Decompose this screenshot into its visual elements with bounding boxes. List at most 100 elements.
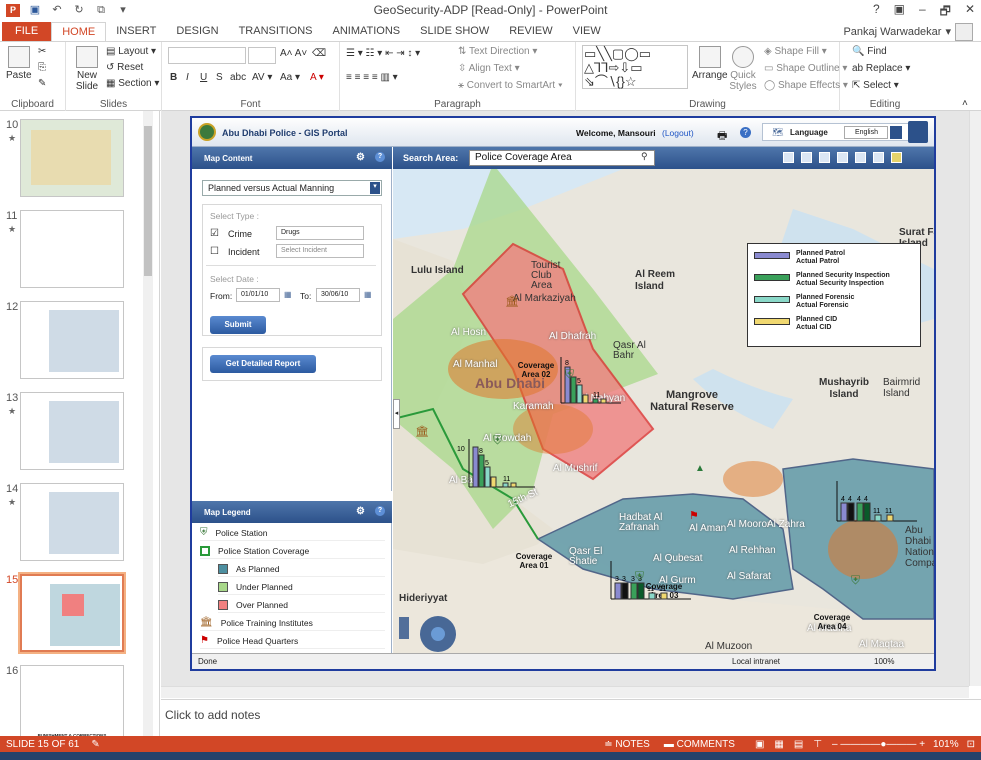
collapse-panel-button[interactable]: ◂ <box>393 399 400 429</box>
tab-home[interactable]: HOME <box>51 22 107 41</box>
tab-slide-show[interactable]: SLIDE SHOW <box>410 22 499 41</box>
incident-select[interactable]: Select Incident <box>276 244 364 258</box>
quick-styles-button[interactable]: Quick Styles <box>728 46 758 92</box>
slide-thumbnail-10[interactable] <box>20 119 124 197</box>
police-station-icon[interactable]: ⛨ <box>493 433 502 448</box>
new-slide-button[interactable]: New Slide <box>72 46 102 92</box>
print-icon[interactable]: 🖶 <box>717 127 727 146</box>
police-station-icon[interactable]: ⛨ <box>635 569 644 584</box>
tab-insert[interactable]: INSERT <box>106 22 166 41</box>
tab-transitions[interactable]: TRANSITIONS <box>229 22 323 41</box>
thumbnails-scroll-thumb[interactable] <box>144 126 152 276</box>
map-tool-icon[interactable] <box>801 152 812 163</box>
tab-review[interactable]: REVIEW <box>499 22 562 41</box>
horizontal-scrollbar[interactable] <box>161 686 969 698</box>
paste-button[interactable]: Paste <box>6 46 32 81</box>
comments-button[interactable]: ▬ COMMENTS <box>664 739 735 750</box>
bullets-icon[interactable]: ☰ ▾ ☷ ▾ ⇤ ⇥ ↕ ▾ <box>346 48 420 59</box>
change-case-button[interactable]: Aa ▾ <box>280 72 300 83</box>
slideshow-icon[interactable]: ⊤ <box>813 739 822 750</box>
convert-smartart-button[interactable]: ⚹ Convert to SmartArt ▾ <box>458 80 563 91</box>
spell-check-icon[interactable]: ✎ <box>91 739 99 750</box>
reset-button[interactable]: ↺ Reset <box>106 62 143 73</box>
tab-view[interactable]: VIEW <box>563 22 611 41</box>
gear-icon[interactable]: ⚙ <box>356 152 365 163</box>
slide-thumbnail-15[interactable] <box>18 572 126 654</box>
format-painter-icon[interactable]: ✎ <box>38 78 46 89</box>
fit-slide-icon[interactable]: ⊡ <box>967 739 975 750</box>
copy-icon[interactable]: ⎘ <box>38 62 46 73</box>
calendar-icon[interactable]: ▦ <box>364 290 372 299</box>
underline-button[interactable]: U <box>200 72 207 83</box>
layout-button[interactable]: ▤ Layout ▾ <box>106 46 156 57</box>
spacing-button[interactable]: AV ▾ <box>252 72 272 83</box>
headquarters-flag-icon[interactable]: ⚑ <box>689 509 699 522</box>
bold-button[interactable]: B <box>170 72 177 83</box>
italic-button[interactable]: I <box>186 72 189 83</box>
help-icon[interactable]: ? <box>375 506 385 516</box>
replace-button[interactable]: ab Replace ▾ <box>852 63 910 74</box>
tab-animations[interactable]: ANIMATIONS <box>323 22 411 41</box>
help-icon[interactable]: ? <box>740 127 751 138</box>
chevron-down-icon[interactable]: ▾ <box>370 182 380 194</box>
map-tool-icon[interactable] <box>819 152 830 163</box>
tab-design[interactable]: DESIGN <box>166 22 228 41</box>
logout-link[interactable]: (Logout) <box>662 128 694 138</box>
shadow-button[interactable]: S <box>216 72 223 83</box>
notes-pane[interactable]: Click to add notes <box>161 699 981 736</box>
slide-thumbnail-16[interactable]: PUNISHMENT & CORRECTIONS <box>20 665 124 743</box>
select-button[interactable]: ⇱ Select ▾ <box>852 80 899 91</box>
grow-font-icon[interactable]: A˄ A˅ <box>280 48 307 59</box>
slide-sorter-icon[interactable]: ▦ <box>774 739 783 750</box>
map-tool-icon[interactable] <box>873 152 884 163</box>
search-input[interactable]: Police Coverage Area <box>469 150 655 166</box>
submit-button[interactable]: Submit <box>210 316 266 334</box>
user-account[interactable]: Pankaj Warwadekar ▾ <box>843 22 981 41</box>
notes-button[interactable]: ≐ NOTES <box>604 739 650 750</box>
training-institute-icon[interactable]: 🏛 <box>505 295 519 308</box>
cut-icon[interactable]: ✂ <box>38 46 46 57</box>
section-button[interactable]: ▦ Section ▾ <box>106 78 159 89</box>
slide-thumbnail-14[interactable] <box>20 483 124 561</box>
tab-file[interactable]: FILE <box>2 22 52 41</box>
from-date-input[interactable]: 01/01/10 <box>236 288 280 302</box>
align-text-button[interactable]: ⇳ Align Text ▾ <box>458 63 520 74</box>
delete-icon[interactable] <box>837 152 848 163</box>
police-station-icon[interactable]: ⛨ <box>851 573 860 588</box>
training-institute-icon[interactable]: 🏛 <box>415 425 429 438</box>
arrange-button[interactable]: Arrange <box>692 46 728 81</box>
reading-view-icon[interactable]: ▤ <box>794 739 803 750</box>
normal-view-icon[interactable]: ▣ <box>755 739 764 750</box>
map-view[interactable]: Lulu Island Tourist Club Area Al Reem Is… <box>393 169 934 653</box>
font-color-button[interactable]: A ▾ <box>310 72 324 83</box>
zoom-slider[interactable]: – ————●——— + <box>832 739 925 750</box>
zoom-slider[interactable] <box>399 617 409 639</box>
clear-formatting-icon[interactable]: ⌫ <box>312 48 326 59</box>
slide-thumbnail-11[interactable] <box>20 210 124 288</box>
zoom-level[interactable]: 101% <box>933 739 959 750</box>
slide-thumbnail-13[interactable] <box>20 392 124 470</box>
crime-select[interactable]: Drugs <box>276 226 364 240</box>
map-tool-icon[interactable] <box>855 152 866 163</box>
font-size-select[interactable] <box>248 47 276 64</box>
search-icon[interactable]: ⚲ <box>641 151 648 162</box>
incident-checkbox[interactable]: ☐ <box>210 246 219 257</box>
language-select[interactable]: English <box>844 126 888 139</box>
find-button[interactable]: 🔍 Find <box>852 46 887 57</box>
status-zoom[interactable]: 100% <box>874 657 894 666</box>
to-date-input[interactable]: 30/06/10 <box>316 288 360 302</box>
slide[interactable]: Abu Dhabi Police - GIS Portal Welcome, M… <box>190 116 936 671</box>
shape-fill-button[interactable]: ◈ Shape Fill ▾ <box>764 46 827 57</box>
detailed-report-button[interactable]: Get Detailed Report <box>210 355 316 373</box>
language-dropdown-icon[interactable] <box>890 126 902 139</box>
align-icons[interactable]: ≡ ≡ ≡ ≡ ▥ ▾ <box>346 72 398 83</box>
map-tool-icon[interactable] <box>783 152 794 163</box>
slide-thumbnail-12[interactable] <box>20 301 124 379</box>
shape-outline-button[interactable]: ▭ Shape Outline ▾ <box>764 63 847 74</box>
calendar-icon[interactable]: ▦ <box>284 290 292 299</box>
police-station-icon[interactable]: ⛨ <box>565 367 574 382</box>
shapes-gallery[interactable]: ▭╲╲▢◯▭ △⅂⅂⇨⇩▭ ⇘⌒∖{}☆ <box>582 45 688 89</box>
gear-icon[interactable]: ⚙ <box>356 506 365 517</box>
shape-effects-button[interactable]: ◯ Shape Effects ▾ <box>764 80 848 91</box>
vertical-scrollbar[interactable] <box>969 111 981 686</box>
